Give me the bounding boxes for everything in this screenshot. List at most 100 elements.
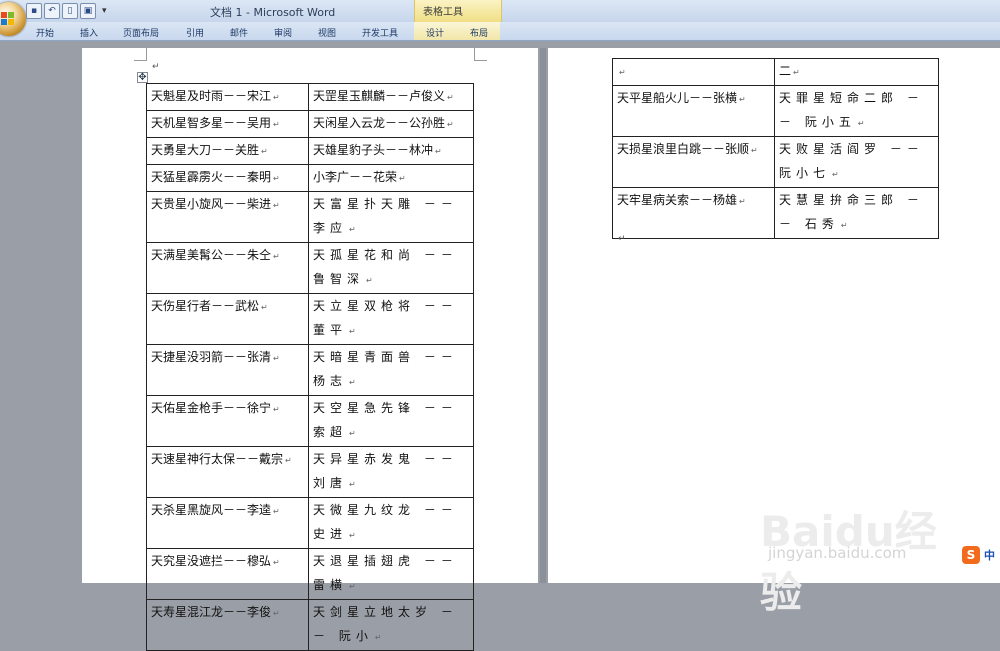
table-cell[interactable]: 天究星没遮拦－－穆弘 ↵ <box>146 548 309 600</box>
table-cell[interactable]: 天捷星没羽箭－－张清 ↵ <box>146 344 309 396</box>
cell-text: 天剑星立地太岁 －－ 阮小 <box>313 605 458 643</box>
table-cell[interactable]: 天暗星青面兽 －－ 杨志 ↵ <box>308 344 474 396</box>
end-of-cell-mark: ↵ <box>435 147 442 156</box>
undo-icon[interactable]: ↶ <box>44 3 60 19</box>
table-cell[interactable]: 天立星双枪将 －－ 董平 ↵ <box>308 293 474 345</box>
table-row: 天机星智多星－－吴用 ↵ 天闲星入云龙－－公孙胜 ↵ <box>146 110 474 138</box>
end-of-cell-mark: ↵ <box>273 252 280 261</box>
tab-design[interactable]: 设计 <box>426 26 444 39</box>
cell-text: 天满星美髯公－－朱仝 <box>151 248 272 262</box>
table-cell[interactable]: 天孤星花和尚 －－ 鲁智深 ↵ <box>308 242 474 294</box>
save-icon[interactable]: ▪ <box>26 3 42 19</box>
cell-text: 天立星双枪将 －－ 董平 <box>313 299 458 337</box>
document-page-1[interactable]: ↵ ✥ 天魁星及时雨－－宋江 ↵ 天罡星玉麒麟－－卢俊义 ↵ 天机星智多星－－吴用 ↵ 天闲… <box>82 48 538 651</box>
table-cell[interactable]: 天机星智多星－－吴用 ↵ <box>146 110 309 138</box>
print-preview-icon[interactable]: ▣ <box>80 3 96 19</box>
tab-mailings[interactable]: 邮件 <box>230 26 248 39</box>
table-cell[interactable]: ↵ <box>612 58 775 86</box>
end-of-cell-mark: ↵ <box>739 95 746 104</box>
table-cell[interactable]: 天退星插翅虎 －－ 雷横 ↵ <box>308 548 474 600</box>
table-cell[interactable]: 天速星神行太保－－戴宗 ↵ <box>146 446 309 498</box>
end-of-cell-mark: ↵ <box>349 327 356 336</box>
table-cell[interactable]: 天闲星入云龙－－公孙胜 ↵ <box>308 110 474 138</box>
end-of-cell-mark: ↵ <box>273 558 280 567</box>
table-cell[interactable]: 天损星浪里白跳－－张顺 ↵ <box>612 136 775 188</box>
table-cell[interactable]: 天猛星霹雳火－－秦明 ↵ <box>146 164 309 192</box>
table-cell[interactable]: 天慧星拚命三郎 －－ 石秀 ↵ <box>774 187 939 239</box>
table-row: 天佑星金枪手－－徐宁 ↵ 天空星急先锋 －－ 索超 ↵ <box>146 395 474 447</box>
tab-page-layout[interactable]: 页面布局 <box>123 26 159 39</box>
table-move-handle-icon[interactable]: ✥ <box>137 72 148 83</box>
end-of-cell-mark: ↵ <box>273 93 280 102</box>
end-of-cell-mark: ↵ <box>739 197 746 206</box>
cell-text: 天罡星玉麒麟－－卢俊义 <box>313 89 446 103</box>
tab-layout[interactable]: 布局 <box>470 26 488 39</box>
cell-text: 天雄星豹子头－－林冲 <box>313 143 434 157</box>
table-cell[interactable]: 天平星船火儿－－张横 ↵ <box>612 85 775 137</box>
table-cell[interactable]: 天败星活阎罗 －－ 阮小七 ↵ <box>774 136 939 188</box>
table-cell[interactable]: 天罪星短命二郎 －－ 阮小五 ↵ <box>774 85 939 137</box>
end-of-cell-mark: ↵ <box>261 147 268 156</box>
table-row: 天勇星大刀－－关胜 ↵ 天雄星豹子头－－林冲 ↵ <box>146 137 474 165</box>
end-of-cell-mark: ↵ <box>273 120 280 129</box>
tab-developer[interactable]: 开发工具 <box>362 26 398 39</box>
office-logo-icon <box>1 12 15 25</box>
table-cell[interactable]: 天雄星豹子头－－林冲 ↵ <box>308 137 474 165</box>
table-cell[interactable]: 二 ↵ <box>774 58 939 86</box>
table-cell[interactable]: 小李广－－花荣 ↵ <box>308 164 474 192</box>
cell-text: 天魁星及时雨－－宋江 <box>151 89 272 103</box>
end-of-cell-mark: ↵ <box>349 480 356 489</box>
tab-view[interactable]: 视图 <box>318 26 336 39</box>
cell-text: 天微星九纹龙 －－ 史进 <box>313 503 458 541</box>
table-cell[interactable]: 天伤星行者－－武松 ↵ <box>146 293 309 345</box>
cell-text: 天速星神行太保－－戴宗 <box>151 452 284 466</box>
heroes-table[interactable]: 天魁星及时雨－－宋江 ↵ 天罡星玉麒麟－－卢俊义 ↵ 天机星智多星－－吴用 ↵ 天闲星入云龙… <box>146 83 474 651</box>
table-cell[interactable]: 天魁星及时雨－－宋江 ↵ <box>146 83 309 111</box>
tab-insert[interactable]: 插入 <box>80 26 98 39</box>
end-of-cell-mark: ↵ <box>619 68 626 77</box>
table-cell[interactable]: 天牢星病关索－－杨雄 ↵ <box>612 187 775 239</box>
table-cell[interactable]: 天满星美髯公－－朱仝 ↵ <box>146 242 309 294</box>
cell-text: 天究星没遮拦－－穆弘 <box>151 554 272 568</box>
end-of-cell-mark: ↵ <box>857 119 865 128</box>
tab-review[interactable]: 审阅 <box>274 26 292 39</box>
table-row: 天捷星没羽箭－－张清 ↵ 天暗星青面兽 －－ 杨志 ↵ <box>146 344 474 396</box>
table-cell[interactable]: 天贵星小旋风－－柴进 ↵ <box>146 191 309 243</box>
cell-text: 二 <box>779 64 792 78</box>
end-of-cell-mark: ↵ <box>349 582 356 591</box>
cell-text: 天平星船火儿－－张横 <box>617 91 738 105</box>
cell-text: 天退星插翅虎 －－ 雷横 <box>313 554 458 592</box>
tab-references[interactable]: 引用 <box>186 26 204 39</box>
table-row: 天杀星黑旋风－－李逵 ↵ 天微星九纹龙 －－ 史进 ↵ <box>146 497 474 549</box>
new-document-icon[interactable]: ▯ <box>62 3 78 19</box>
table-row: 天速星神行太保－－戴宗 ↵ 天异星赤发鬼 －－ 刘唐 ↵ <box>146 446 474 498</box>
tab-home[interactable]: 开始 <box>36 26 54 39</box>
cell-text: 天贵星小旋风－－柴进 <box>151 197 272 211</box>
paragraph-mark: ↵ <box>618 234 626 244</box>
table-cell[interactable]: 天空星急先锋 －－ 索超 ↵ <box>308 395 474 447</box>
table-row: 天猛星霹雳火－－秦明 ↵ 小李广－－花荣 ↵ <box>146 164 474 192</box>
table-cell[interactable]: 天佑星金枪手－－徐宁 ↵ <box>146 395 309 447</box>
cell-text: 天孤星花和尚 －－ 鲁智深 <box>313 248 458 286</box>
cell-text: 天慧星拚命三郎 －－ 石秀 <box>779 193 924 231</box>
table-cell[interactable]: 天异星赤发鬼 －－ 刘唐 ↵ <box>308 446 474 498</box>
input-method-indicator[interactable]: S 中 <box>962 546 1000 564</box>
table-cell[interactable]: 天罡星玉麒麟－－卢俊义 ↵ <box>308 83 474 111</box>
cell-text: 天罪星短命二郎 －－ 阮小五 <box>779 91 924 129</box>
table-cell[interactable]: 天剑星立地太岁 －－ 阮小 ↵ <box>308 599 474 651</box>
table-cell[interactable]: 天微星九纹龙 －－ 史进 ↵ <box>308 497 474 549</box>
table-cell[interactable]: 天杀星黑旋风－－李逵 ↵ <box>146 497 309 549</box>
end-of-cell-mark: ↵ <box>751 146 758 155</box>
end-of-cell-mark: ↵ <box>273 354 280 363</box>
table-cell[interactable]: 天勇星大刀－－关胜 ↵ <box>146 137 309 165</box>
table-cell[interactable]: 天寿星混江龙－－李俊 ↵ <box>146 599 309 651</box>
table-cell[interactable]: 天富星扑天雕 －－ 李应 ↵ <box>308 191 474 243</box>
end-of-cell-mark: ↵ <box>399 174 406 183</box>
end-of-cell-mark: ↵ <box>349 225 356 234</box>
end-of-cell-mark: ↵ <box>374 633 382 642</box>
table-row: 天满星美髯公－－朱仝 ↵ 天孤星花和尚 －－ 鲁智深 ↵ <box>146 242 474 294</box>
cell-text: 天富星扑天雕 －－ 李应 <box>313 197 458 235</box>
page-gap <box>540 48 546 583</box>
customize-toolbar-button[interactable]: ▾ <box>102 6 107 16</box>
heroes-table-continued[interactable]: ↵ 二 ↵ 天平星船火儿－－张横 ↵ 天罪星短命二郎 －－ 阮小五 ↵ 天损星浪里白跳－－张顺… <box>612 58 939 239</box>
